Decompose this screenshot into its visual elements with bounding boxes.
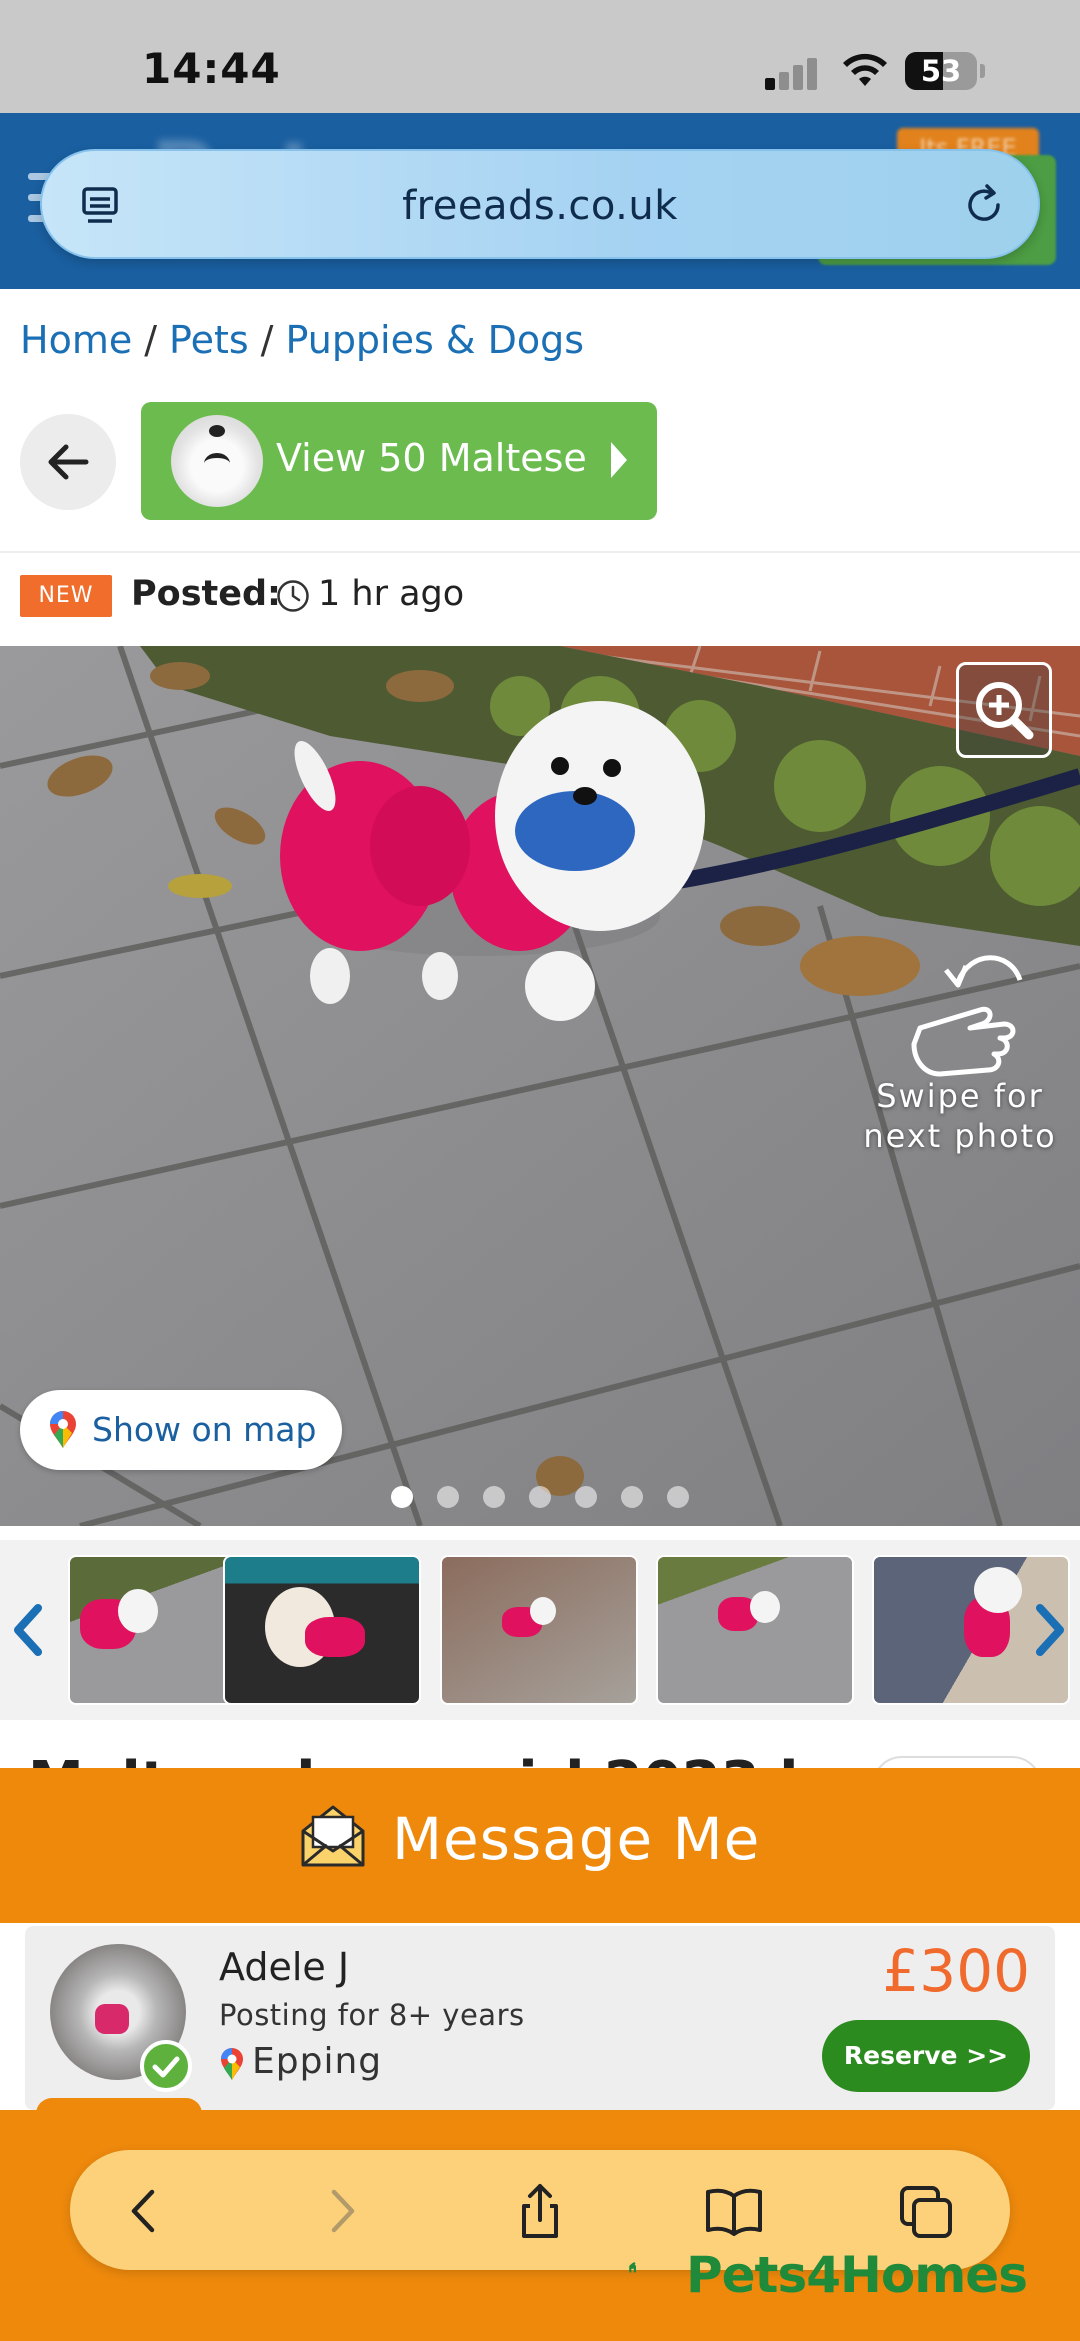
reserve-button[interactable]: Reserve >> [822,2020,1030,2092]
forward-chevron-icon[interactable] [310,2182,370,2240]
message-me-button[interactable]: Message Me [0,1768,1080,1923]
listing-title-text: Maltese boy – girl 2023 k [28,1750,817,1768]
message-me-label: Message Me [392,1805,761,1873]
breadcrumb: Home / Pets / Puppies & Dogs [20,318,584,362]
status-bar: 14:44 53 [0,0,1080,113]
breadcrumb-puppies-dogs[interactable]: Puppies & Dogs [285,318,584,362]
back-button[interactable] [20,414,116,510]
arrow-left-icon [48,444,89,480]
seller-name[interactable]: Adele J [219,1945,349,1989]
breadcrumb-pets[interactable]: Pets [169,318,249,362]
zoom-button[interactable] [956,662,1052,758]
tabs-icon[interactable] [896,2182,956,2240]
caret-right-icon [611,442,627,478]
new-badge: NEW [20,575,112,617]
pets4homes-logo [629,2262,636,2273]
thumbnail-2[interactable] [223,1555,421,1705]
signal-icon [765,58,821,90]
swipe-hint-line1: Swipe for [876,1077,1044,1115]
listing-price: £300 [882,1937,1030,2005]
listing-title: Maltese boy – girl 2023 k [0,1720,1080,1768]
swipe-hint-line2: next photo [863,1117,1057,1155]
bookmarks-icon[interactable] [704,2182,764,2240]
show-on-map-button[interactable]: Show on map [20,1390,342,1470]
pagination-dot[interactable] [529,1486,551,1508]
maltese-avatar [171,415,263,507]
pagination-dot[interactable] [575,1486,597,1508]
chevron-right-icon[interactable] [1030,1600,1070,1660]
address-bar[interactable]: freeads.co.uk [40,149,1040,259]
pagination-dot[interactable] [621,1486,643,1508]
back-chevron-icon[interactable] [116,2182,176,2240]
seller-location: Epping [252,2041,383,2082]
thumbnail-3[interactable] [440,1555,638,1705]
pagination-dot[interactable] [391,1486,413,1508]
battery-icon: 53 [905,52,985,90]
zoom-in-icon [976,682,1034,740]
envelope-icon [301,1805,365,1867]
pets4homes-brand: Pets4Homes [686,2246,1028,2304]
share-icon[interactable] [510,2182,570,2240]
posted-time: 1 hr ago [318,574,465,614]
wifi-icon [843,53,887,86]
chevron-left-icon[interactable] [8,1600,48,1660]
battery-percent: 53 [920,54,962,88]
thumbnail-4[interactable] [656,1555,854,1705]
verified-icon [140,2040,192,2092]
show-on-map-label: Show on map [92,1410,317,1449]
breadcrumb-separator: / [260,318,274,362]
view-breed-label: View 50 Maltese [276,436,587,480]
divider [0,551,1080,553]
status-time: 14:44 [142,44,281,93]
seller-tenure: Posting for 8+ years [219,1998,525,2032]
swipe-hint: Swipe for next photo [855,1076,1065,1156]
breadcrumb-home[interactable]: Home [20,318,132,362]
save-ad-button[interactable] [872,1756,1042,1768]
view-breed-button[interactable]: View 50 Maltese [141,402,657,520]
clock-icon [277,580,309,612]
swipe-hand-icon [911,955,1023,1077]
thumbnail-strip [0,1540,1080,1720]
location-pin-icon [221,2048,243,2080]
pagination-dot[interactable] [483,1486,505,1508]
url-text[interactable]: freeads.co.uk [42,183,1038,229]
pagination-dot[interactable] [437,1486,459,1508]
breadcrumb-separator: / [144,318,158,362]
reload-icon[interactable] [960,181,1008,229]
map-pin-icon [50,1411,76,1448]
posted-label: Posted: [131,574,282,614]
pagination-dot[interactable] [667,1486,689,1508]
